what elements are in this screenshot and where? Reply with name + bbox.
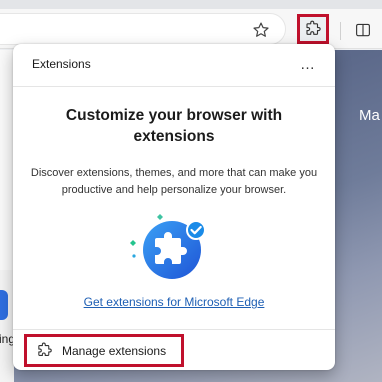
page-app-icon[interactable] [0, 290, 8, 320]
manage-extensions-button[interactable]: Manage extensions [24, 334, 184, 367]
browser-toolbar [0, 9, 382, 49]
popup-header: Extensions … [13, 44, 335, 86]
address-bar[interactable] [0, 13, 286, 45]
split-screen-button[interactable] [351, 18, 375, 42]
window-top-strip [0, 0, 382, 9]
promo-heading: Customize your browser with extensions [65, 107, 283, 145]
extensions-illustration-icon [130, 214, 206, 279]
extensions-popup: Extensions … Customize your browser with… [13, 44, 335, 370]
page-bottom-panel [0, 270, 14, 382]
header-divider [13, 86, 335, 87]
get-extensions-link[interactable]: Get extensions for Microsoft Edge [13, 295, 335, 309]
manage-extensions-label: Manage extensions [62, 343, 167, 358]
extensions-button[interactable] [297, 14, 329, 44]
more-options-button[interactable]: … [295, 53, 321, 75]
popup-title: Extensions [32, 57, 91, 71]
page-left-panel [0, 50, 14, 270]
favorite-button[interactable] [249, 18, 273, 42]
puzzle-icon [29, 339, 59, 363]
puzzle-icon [306, 20, 321, 35]
promo-description: Discover extensions, themes, and more th… [30, 167, 318, 196]
page-partial-heading: Ma [359, 107, 380, 124]
footer-divider [13, 329, 335, 330]
toolbar-separator [340, 22, 341, 40]
split-screen-icon [356, 23, 370, 37]
star-icon [253, 22, 269, 37]
